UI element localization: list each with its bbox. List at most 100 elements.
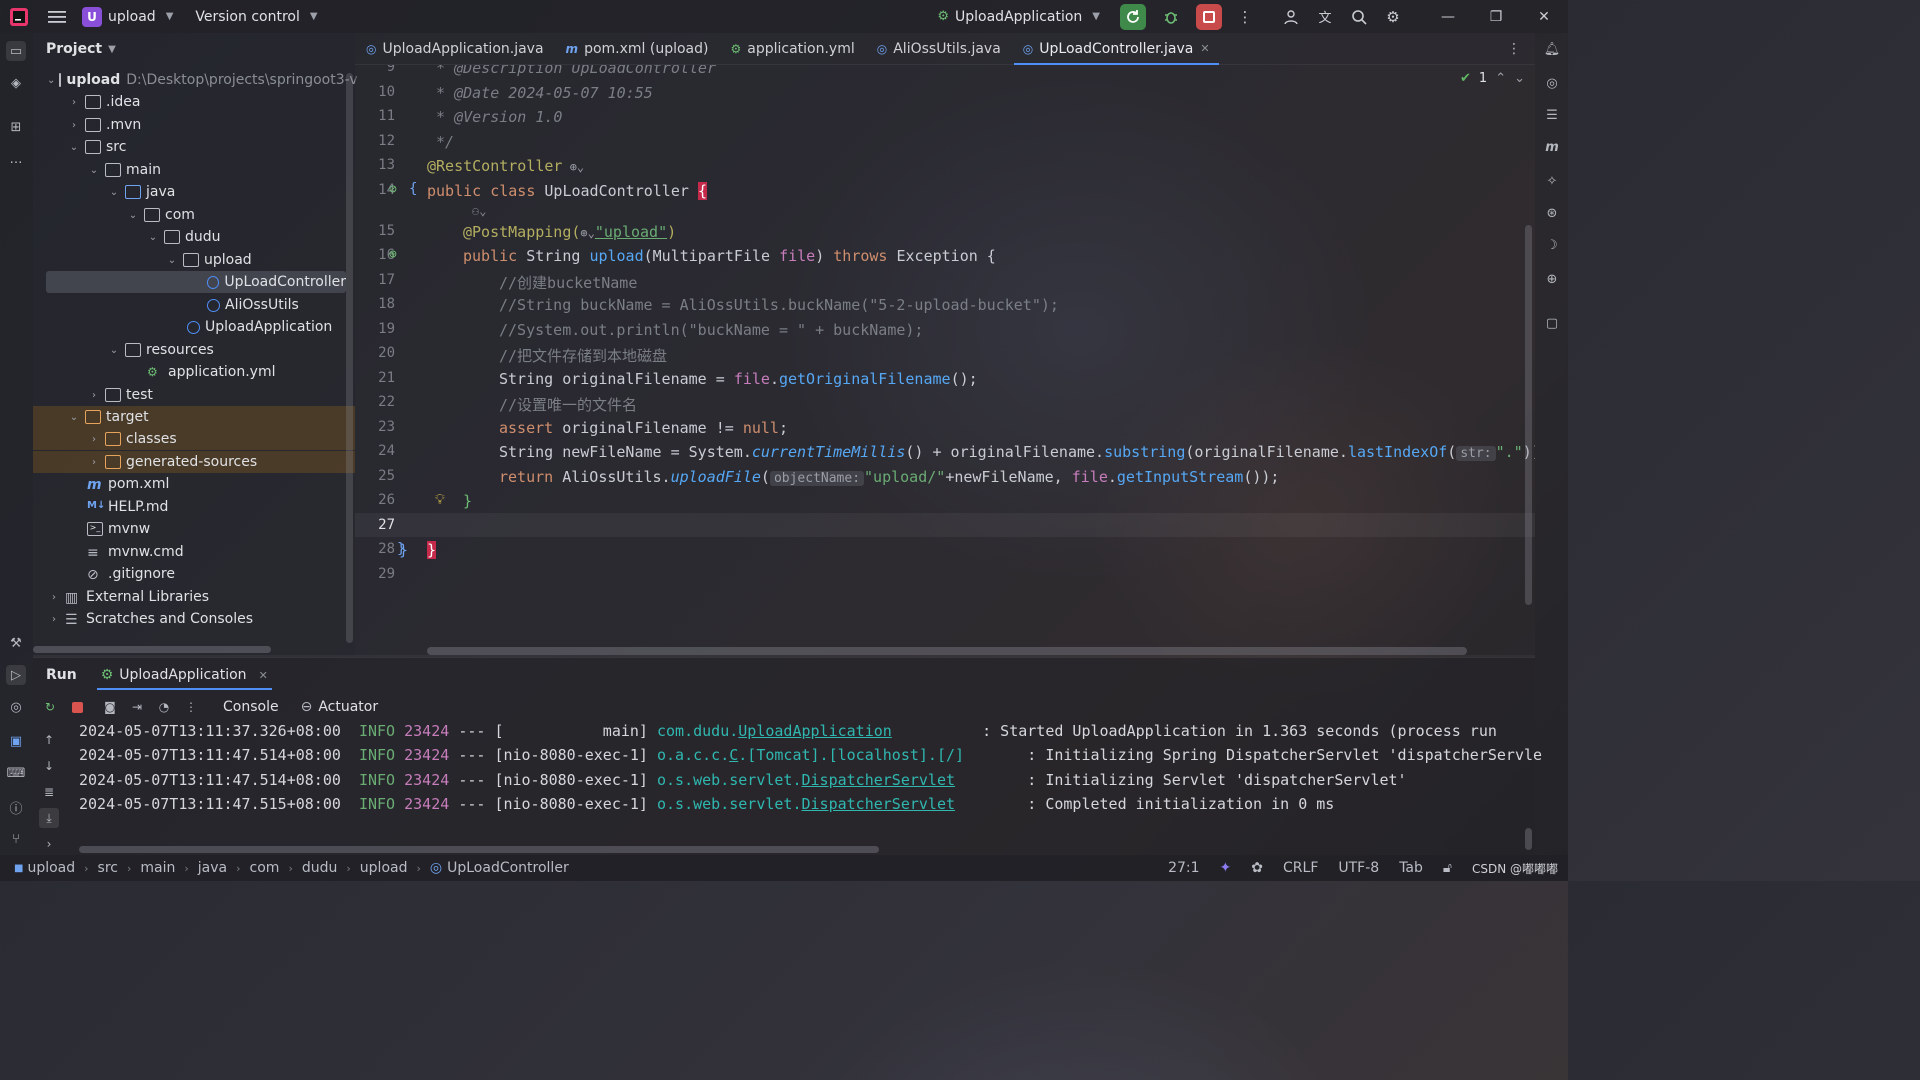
profile-icon[interactable]: [1280, 6, 1302, 28]
gradle-icon[interactable]: ✧: [1542, 171, 1562, 191]
file-encoding[interactable]: UTF-8: [1328, 860, 1389, 876]
bean-icon[interactable]: ☽: [1542, 235, 1562, 255]
close-window-button[interactable]: ✕: [1520, 0, 1568, 33]
endpoints-icon[interactable]: ⊛: [1542, 203, 1562, 223]
stop-button[interactable]: [1196, 3, 1222, 30]
vcs-menu[interactable]: Version control ▼: [195, 9, 317, 25]
tab-pom-xml[interactable]: m pom.xml (upload): [555, 33, 720, 65]
database-icon[interactable]: ☰: [1542, 105, 1562, 125]
tree-item-test[interactable]: › test: [33, 384, 355, 406]
tree-item-idea[interactable]: › .idea: [33, 91, 355, 113]
breadcrumb-item[interactable]: src: [98, 860, 118, 876]
settings-gear-icon[interactable]: ⚙: [1382, 6, 1404, 28]
console-tab[interactable]: Console: [215, 699, 287, 715]
restore-button[interactable]: ❐: [1472, 0, 1520, 33]
tree-item-pom-xml[interactable]: m pom.xml: [33, 473, 355, 495]
tree-root-upload[interactable]: ⌄ upload D:\Desktop\projects\springoot3-…: [33, 69, 358, 91]
services-icon[interactable]: ◎: [6, 697, 26, 717]
project-tool-folder-icon[interactable]: ▭: [6, 41, 26, 61]
log-class-link[interactable]: C: [729, 746, 738, 764]
console-vscrollbar[interactable]: [1525, 828, 1532, 850]
run-config-tab[interactable]: ⚙ UploadApplication ✕: [96, 658, 272, 692]
breadcrumb-item[interactable]: upload: [360, 860, 408, 876]
console-hscrollbar[interactable]: [79, 846, 879, 853]
tree-item-application-yml[interactable]: ⚙ application.yml: [33, 361, 355, 383]
tree-item-mvnw-cmd[interactable]: ≡ mvnw.cmd: [33, 541, 355, 563]
globe-icon[interactable]: ⊕⌄: [562, 160, 584, 174]
project-vscrollbar[interactable]: [346, 73, 353, 643]
minimize-button[interactable]: —: [1424, 0, 1472, 33]
tree-item-upload-package[interactable]: ⌄ upload: [33, 249, 355, 271]
export-icon[interactable]: ⇥: [126, 696, 148, 718]
more-vertical-icon[interactable]: ⋮: [1234, 6, 1256, 28]
log-class-link[interactable]: DispatcherServlet: [802, 771, 956, 789]
more-tools-icon[interactable]: …: [6, 149, 26, 169]
tree-item-external-libraries[interactable]: › ▥ External Libraries: [33, 586, 355, 608]
log-class-link[interactable]: UploadApplication: [738, 722, 892, 740]
breadcrumb-item[interactable]: UpLoadController: [447, 860, 569, 876]
tree-item-classes[interactable]: › classes: [33, 428, 355, 450]
editor-vscrollbar[interactable]: [1525, 225, 1532, 605]
run-tool-icon[interactable]: ▷: [6, 665, 26, 685]
breadcrumb-item[interactable]: com: [250, 860, 280, 876]
globe-icon[interactable]: ⊕⌄: [580, 226, 594, 240]
close-tab-icon[interactable]: ✕: [1200, 42, 1209, 55]
tree-item-mvnw[interactable]: >_ mvnw: [33, 518, 355, 540]
tree-item-mvn[interactable]: › .mvn: [33, 114, 355, 136]
lightbulb-icon[interactable]: 💡︎: [435, 492, 445, 508]
tab-options-icon[interactable]: ⋮: [1507, 41, 1521, 57]
tab-alioss-utils-java[interactable]: ◎ AliOssUtils.java: [866, 33, 1012, 65]
tab-uploadcontroller-java[interactable]: ◎ UpLoadController.java ✕: [1012, 33, 1221, 65]
actuator-tab[interactable]: ⊖ Actuator: [301, 699, 379, 715]
editor-hscrollbar[interactable]: [427, 647, 1467, 655]
indent-setting[interactable]: Tab: [1389, 860, 1433, 876]
tree-item-java[interactable]: ⌄ java: [33, 181, 355, 203]
translate-icon[interactable]: 文: [1314, 6, 1336, 28]
rerun-icon[interactable]: ↻: [39, 696, 61, 718]
debug-button[interactable]: [1158, 4, 1184, 30]
chevron-down-icon[interactable]: ⌄: [1514, 71, 1525, 86]
code-editor[interactable]: ✔ 1 ⌃ ⌄ 9 10 11 12 13 14 15 16 17 18 19 …: [355, 65, 1535, 655]
inspection-widget[interactable]: ✔ 1 ⌃ ⌄: [1460, 71, 1525, 86]
git-branch-icon[interactable]: ⑂: [6, 829, 26, 849]
tree-item-alioss-utils[interactable]: AliOssUtils: [33, 294, 355, 316]
project-hscrollbar[interactable]: [33, 646, 271, 653]
tree-item-main[interactable]: ⌄ main: [33, 159, 355, 181]
stop-icon[interactable]: [66, 696, 88, 718]
build-hammer-icon[interactable]: ⚒: [6, 633, 26, 653]
profiler-icon[interactable]: ◔: [153, 696, 175, 718]
tree-item-uploadapplication[interactable]: UploadApplication: [33, 316, 355, 338]
tab-application-yml[interactable]: ⚙ application.yml: [719, 33, 865, 65]
scroll-to-end-icon[interactable]: ⤓: [39, 808, 59, 828]
learn-icon[interactable]: ◈: [6, 73, 26, 93]
fold-brace-icon[interactable]: {: [409, 181, 417, 197]
ai-assistant-icon[interactable]: ◎: [1542, 73, 1562, 93]
tree-item-target[interactable]: ⌄ target: [33, 406, 355, 428]
breadcrumb-item[interactable]: main: [140, 860, 175, 876]
rerun-button[interactable]: [1120, 3, 1146, 30]
notifications-bell-icon[interactable]: 🔔︎: [1542, 39, 1562, 59]
tree-item-dudu[interactable]: ⌄ dudu: [33, 226, 355, 248]
globe-icon[interactable]: ⊕: [1542, 269, 1562, 289]
tree-item-scratches[interactable]: › ☰ Scratches and Consoles: [33, 608, 355, 630]
inlay-author-icon[interactable]: ⚇⌄: [472, 204, 486, 218]
chevron-right-icon[interactable]: ›: [39, 834, 59, 854]
search-icon[interactable]: [1348, 6, 1370, 28]
tree-item-uploadcontroller[interactable]: UpLoadController: [46, 271, 346, 293]
lock-icon[interactable]: 🔓︎: [1433, 860, 1462, 876]
breadcrumb-item[interactable]: java: [198, 860, 227, 876]
tree-item-resources[interactable]: ⌄ resources: [33, 339, 355, 361]
breadcrumb-item[interactable]: upload: [27, 860, 75, 876]
problems-icon[interactable]: ⓘ: [6, 797, 26, 817]
line-separator[interactable]: CRLF: [1273, 860, 1328, 876]
terminal-icon[interactable]: ⌨: [6, 763, 26, 783]
cursor-position[interactable]: 27:1: [1158, 860, 1209, 876]
spring-bean-gutter-icon[interactable]: ⊘: [389, 182, 397, 197]
web-endpoint-gutter-icon[interactable]: ⊕: [389, 247, 397, 262]
scroll-down-icon[interactable]: ↓: [39, 756, 59, 776]
structure-icon[interactable]: ⊞: [6, 117, 26, 137]
tab-uploadapplication-java[interactable]: ◎ UploadApplication.java: [355, 33, 555, 65]
project-switcher[interactable]: U upload ▼: [82, 6, 173, 27]
tree-item-help-md[interactable]: M↓ HELP.md: [33, 496, 355, 518]
tree-item-src[interactable]: ⌄ src: [33, 136, 355, 158]
